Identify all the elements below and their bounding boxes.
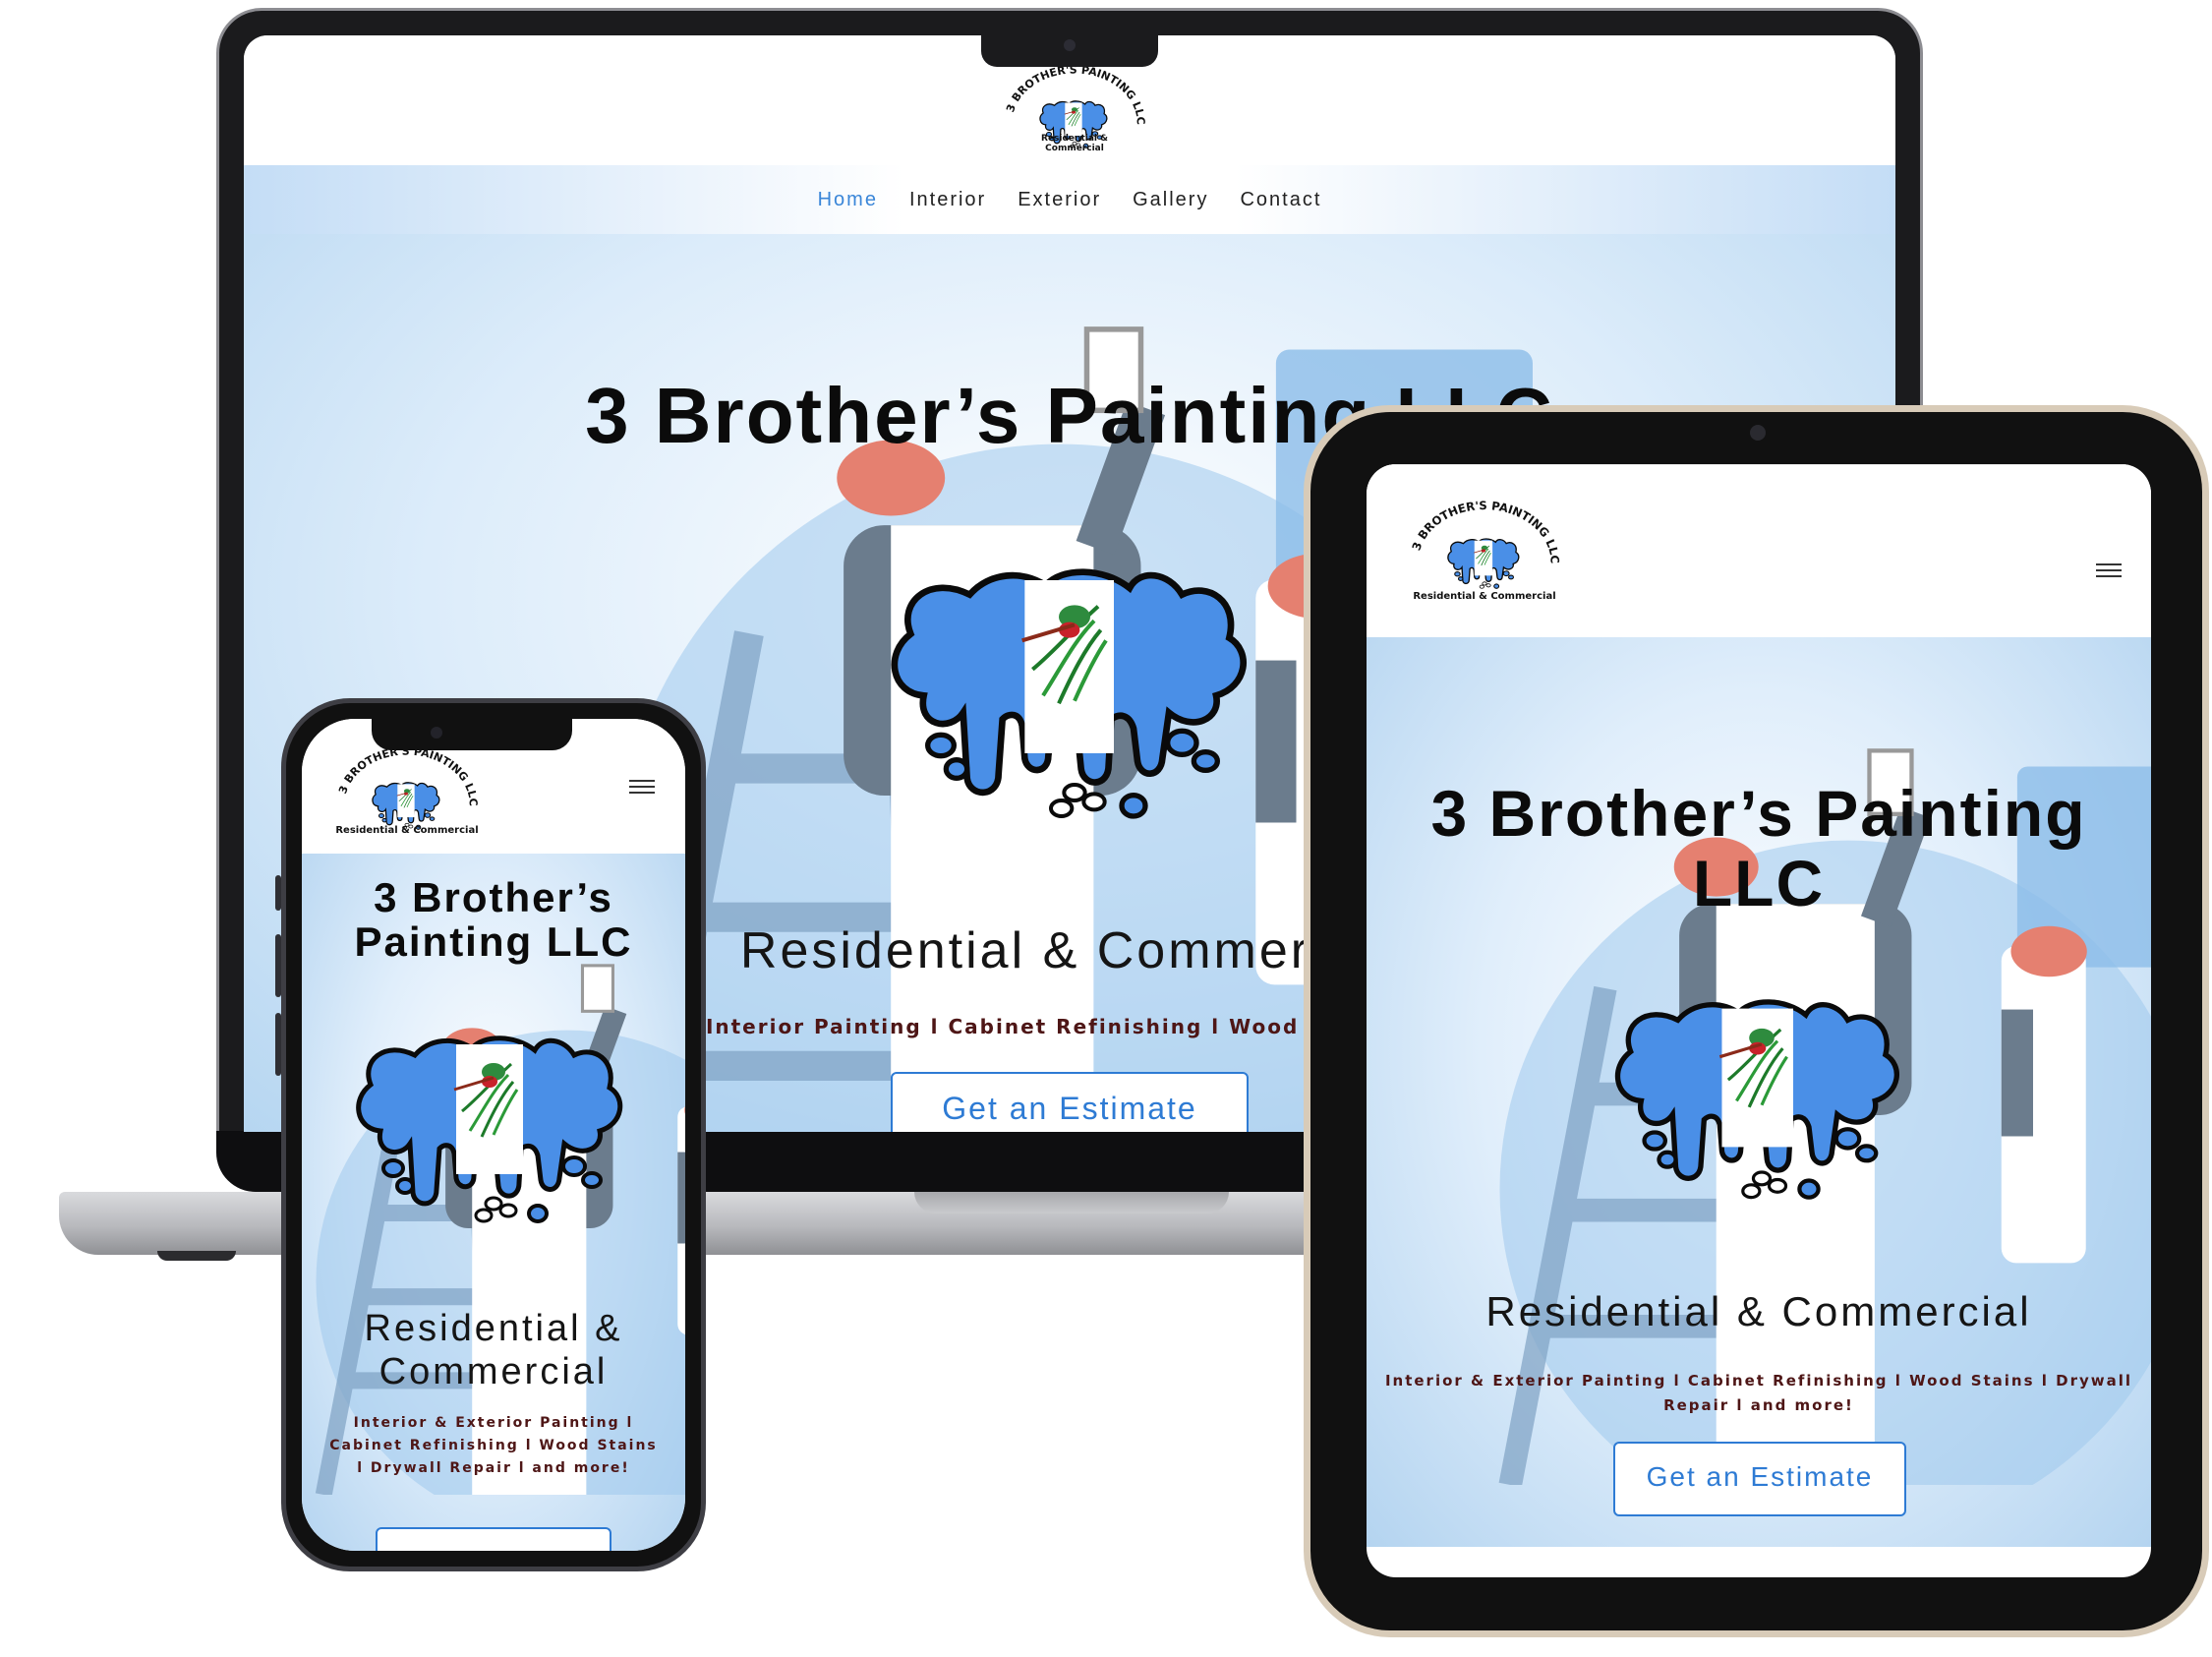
nav-gallery[interactable]: Gallery: [1133, 189, 1208, 211]
tablet-hero-title: 3 Brother’s Painting LLC: [1430, 777, 2087, 920]
laptop-foot-left: [157, 1251, 236, 1261]
phone-hero-services: Interior & Exterior Painting l Cabinet R…: [329, 1415, 658, 1477]
phone-notch: [372, 719, 572, 750]
phone-estimate-button[interactable]: [376, 1527, 611, 1551]
phone-hero: 3 Brother’s Painting LLC Residential & C…: [302, 854, 685, 1551]
tablet-site-header: Residential & Commercial: [1367, 464, 2151, 638]
tablet-logo-tagline: Residential & Commercial: [1413, 591, 1556, 602]
desktop-hero-logo: [878, 549, 1271, 824]
desktop-logo-tagline: Residential & Commercial: [1041, 134, 1108, 153]
tablet-hero-subtitle: Residential & Commercial: [1485, 1288, 2032, 1334]
nav-interior[interactable]: Interior: [909, 189, 986, 211]
tablet-hamburger-menu-icon[interactable]: [2096, 560, 2122, 581]
desktop-nav: Home Interior Exterior Gallery Contact: [244, 165, 1895, 234]
tablet-hero: 3 Brother’s Painting LLC Residential & C…: [1367, 637, 2151, 1547]
nav-home[interactable]: Home: [818, 189, 878, 211]
phone-website-screen: Residential & Commercial 3 Brother’s Pai…: [302, 719, 685, 1551]
tablet-hero-services: Interior & Exterior Painting l Cabinet R…: [1384, 1372, 2133, 1414]
phone-hero-logo: [346, 1021, 641, 1227]
tablet-camera: [1750, 425, 1766, 441]
tablet-website-screen: Residential & Commercial 3 Brother’s Pai…: [1367, 464, 2151, 1577]
phone-hamburger-menu-icon[interactable]: [629, 776, 655, 798]
laptop-camera: [1064, 39, 1076, 51]
desktop-estimate-button[interactable]: Get an Estimate: [891, 1072, 1249, 1132]
phone-logo-tagline: Residential & Commercial: [335, 825, 479, 836]
phone-camera: [431, 727, 442, 739]
phone-hero-title: 3 Brother’s Painting LLC: [354, 874, 633, 966]
laptop-trackpad-notch: [914, 1192, 1229, 1213]
nav-exterior[interactable]: Exterior: [1018, 189, 1101, 211]
tablet-estimate-button[interactable]: Get an Estimate: [1613, 1442, 1906, 1516]
nav-contact[interactable]: Contact: [1240, 189, 1321, 211]
phone-hero-subtitle: Residential & Commercial: [364, 1308, 623, 1392]
tablet-hero-logo: [1604, 983, 1919, 1204]
